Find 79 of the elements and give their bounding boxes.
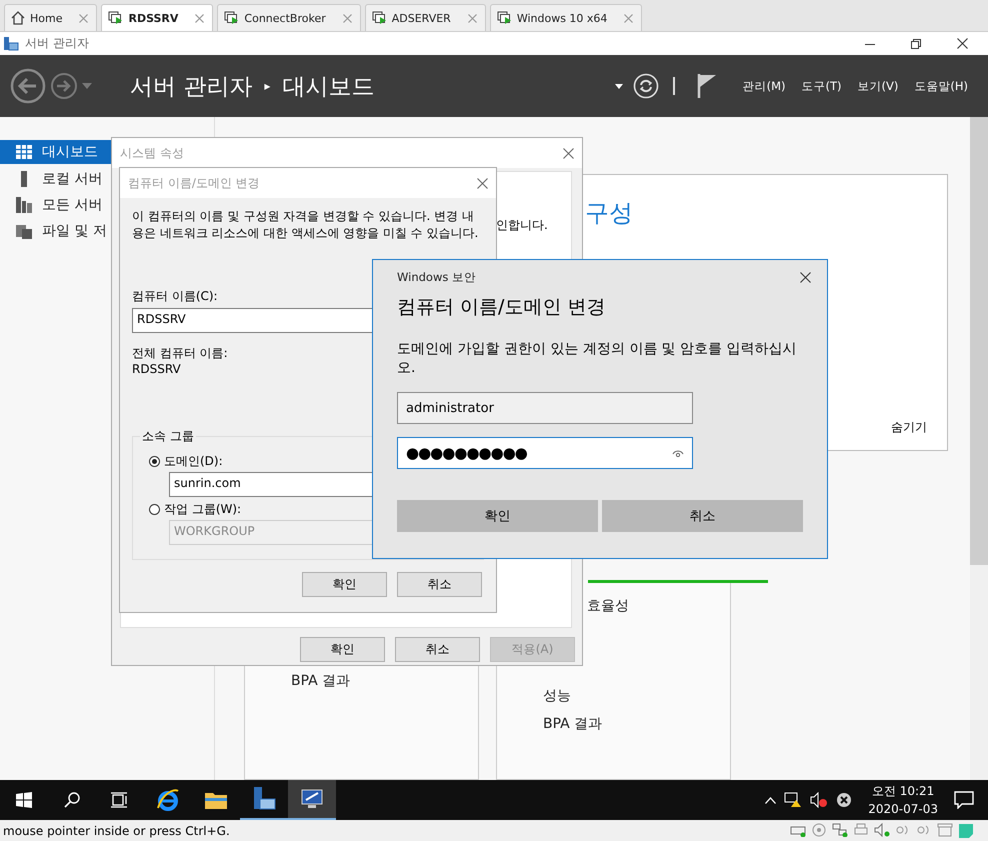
dialog-button[interactable]: 확인 bbox=[300, 637, 385, 662]
caret-icon[interactable] bbox=[614, 84, 623, 88]
radio-label[interactable]: 작업 그룹(W): bbox=[164, 501, 242, 518]
storage-icon bbox=[16, 223, 32, 239]
radio-button[interactable] bbox=[149, 456, 160, 467]
menu-item[interactable]: 보기(V) bbox=[858, 78, 898, 94]
menu-item[interactable]: 도구(T) bbox=[802, 78, 842, 94]
radio-button[interactable] bbox=[149, 504, 160, 515]
hide-link[interactable]: 숨기기 bbox=[891, 419, 927, 436]
description-text: 이 컴퓨터의 이름 및 구성원 자격을 변경할 수 있습니다. 변경 내용은 네트워크 리소스에 대한 액세스에 영향을 미칠 수 있습니다. bbox=[132, 208, 480, 242]
close-icon[interactable] bbox=[477, 178, 488, 188]
servers-icon bbox=[16, 197, 32, 213]
breadcrumb-item[interactable]: 서버 관리자 bbox=[130, 70, 252, 102]
server-manager-icon bbox=[3, 36, 19, 50]
restore-icon[interactable] bbox=[911, 38, 921, 48]
breadcrumb-separator: ▸ bbox=[264, 79, 270, 93]
field-label: 전체 컴퓨터 이름: bbox=[132, 345, 228, 362]
flag-icon[interactable] bbox=[696, 73, 717, 99]
task-view-icon bbox=[111, 792, 129, 808]
dialog-button[interactable]: 취소 bbox=[397, 572, 482, 597]
speaker-icon[interactable] bbox=[874, 822, 890, 836]
close-icon[interactable] bbox=[800, 272, 811, 282]
home-icon bbox=[11, 11, 25, 25]
panel-text: 인합니다. bbox=[496, 217, 548, 234]
remote-desktop-icon bbox=[300, 788, 324, 810]
grid-icon bbox=[16, 145, 32, 159]
dialog-button[interactable]: 확인 bbox=[302, 572, 387, 597]
search-icon bbox=[64, 792, 80, 808]
server-toolbox-icon bbox=[252, 787, 276, 811]
window-title: 서버 관리자 bbox=[25, 35, 89, 52]
breadcrumb-item[interactable]: 대시보드 bbox=[282, 70, 374, 102]
network-icon[interactable] bbox=[832, 822, 848, 836]
vm-tab[interactable]: RDSSRV bbox=[101, 4, 214, 31]
dialog-message: 도메인에 가입할 권한이 있는 계정의 이름 및 암호를 입력하십시오. bbox=[397, 340, 797, 378]
eye-icon[interactable] bbox=[672, 449, 684, 457]
section-heading: 구성 bbox=[585, 198, 633, 229]
forward-icon[interactable] bbox=[50, 72, 78, 100]
group-legend: 소속 그룹 bbox=[140, 428, 196, 445]
dialog-button[interactable]: 확인 bbox=[397, 500, 598, 532]
vm-icon bbox=[496, 11, 512, 25]
refresh-icon[interactable] bbox=[632, 73, 659, 99]
tile-link[interactable]: BPA 결과 bbox=[291, 672, 350, 690]
status-text: mouse pointer inside or press Ctrl+G. bbox=[3, 824, 230, 838]
tile-link[interactable]: 성능 bbox=[543, 687, 571, 705]
vm-icon bbox=[372, 11, 387, 25]
full-name-value: RDSSRV bbox=[132, 362, 181, 376]
dialog-button[interactable]: 취소 bbox=[602, 500, 803, 532]
windows-logo-icon bbox=[16, 792, 32, 808]
vm-tab[interactable]: Windows 10 x64 bbox=[490, 4, 642, 31]
scrollbar-thumb[interactable] bbox=[970, 117, 988, 565]
dialog-caption: Windows 보안 bbox=[397, 270, 476, 284]
menu-item[interactable]: 관리(M) bbox=[742, 78, 786, 94]
x-circle-icon[interactable] bbox=[836, 792, 852, 808]
speaker-muted-icon[interactable] bbox=[810, 792, 828, 808]
chevron-up-icon[interactable] bbox=[765, 796, 776, 804]
vm-tab[interactable]: Home bbox=[4, 4, 98, 31]
username-field[interactable]: administrator bbox=[397, 392, 693, 424]
browser-e-icon bbox=[156, 788, 180, 812]
dialog-title: 컴퓨터 이름/도메인 변경 bbox=[128, 174, 260, 192]
tile-link[interactable]: 효율성 bbox=[587, 597, 629, 615]
network-warning-icon[interactable] bbox=[784, 792, 802, 808]
vm-tab[interactable]: ADSERVER bbox=[364, 4, 486, 31]
password-field[interactable]: ●●●●●●●●●● bbox=[397, 437, 693, 469]
vm-icon bbox=[108, 11, 124, 25]
folder-icon bbox=[205, 791, 227, 809]
back-icon[interactable] bbox=[10, 68, 46, 104]
dialog-title: 시스템 속성 bbox=[120, 144, 184, 162]
close-icon[interactable] bbox=[563, 148, 574, 158]
radio-label[interactable]: 도메인(D): bbox=[164, 453, 223, 470]
field-label: 컴퓨터 이름(C): bbox=[132, 288, 218, 305]
vm-tab[interactable]: ConnectBroker bbox=[217, 4, 361, 31]
tile-link[interactable]: BPA 결과 bbox=[543, 715, 602, 733]
clock[interactable]: 오전 10:21 2020-07-03 bbox=[868, 782, 938, 818]
notification-icon[interactable] bbox=[954, 791, 974, 809]
close-icon[interactable] bbox=[957, 38, 968, 49]
vm-icon bbox=[224, 11, 240, 25]
menu-item[interactable]: 도움말(H) bbox=[914, 78, 968, 94]
taskbar-button[interactable] bbox=[288, 780, 336, 820]
dialog-button[interactable]: 취소 bbox=[395, 637, 480, 662]
